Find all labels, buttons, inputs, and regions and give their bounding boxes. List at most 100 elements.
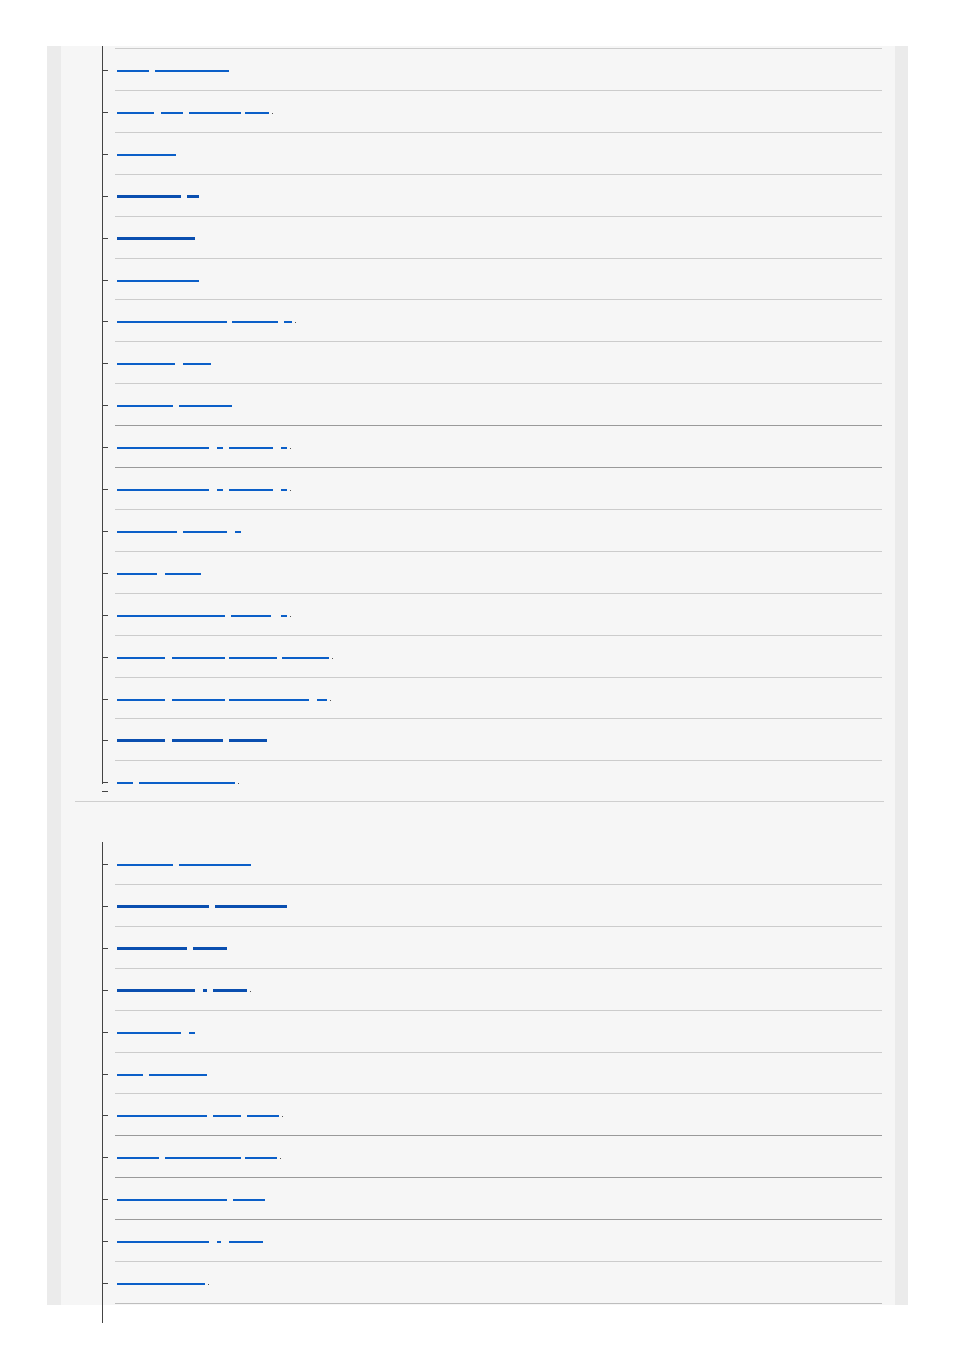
link-trailing-dot [280,1158,281,1160]
row-separator [115,1177,882,1179]
link-underline-segment [117,321,227,324]
tree-branch-tick [102,1199,108,1201]
tree-branch-tick [102,195,108,197]
topic-link[interactable] [117,1233,263,1244]
row-separator [115,383,882,385]
tree-list-item [102,925,882,968]
topic-link[interactable] [117,1107,283,1118]
row-separator [115,1261,882,1262]
link-underline-segment [117,111,154,114]
link-underline-segment [117,656,165,659]
link-underline-segment [139,782,235,785]
link-underline-segment [117,864,173,866]
tree-branch-tick [102,572,108,574]
tree-branch-tick [102,1241,108,1243]
tree-branch-tick [102,70,108,71]
topic-link[interactable] [117,439,291,450]
topic-link[interactable] [117,313,296,324]
tree-branch-tick [102,447,108,449]
link-underline-segment [229,489,273,491]
tree-list-item [102,423,882,465]
link-underline-segment [117,405,173,408]
tree-list-item [102,591,882,633]
topic-link[interactable] [117,188,199,198]
link-underline-segment [229,739,267,743]
tree-list-item [102,256,882,298]
link-underline-segment [247,1115,279,1118]
link-underline-segment [117,1199,227,1202]
topic-link[interactable] [117,1024,195,1034]
tree-branch-tick [102,363,108,365]
tree-branch-end [102,791,108,793]
topic-link[interactable] [117,104,273,114]
link-underline-segment [117,363,175,366]
topic-link[interactable] [117,397,232,408]
link-underline-segment [215,904,287,908]
link-underline-segment [165,572,201,575]
topic-link[interactable] [117,146,176,156]
link-underline-segment [213,1115,241,1118]
link-underline-segment [245,111,269,114]
topic-link[interactable] [117,1066,207,1076]
topic-link[interactable] [117,272,199,282]
topic-link[interactable] [117,481,291,491]
link-underline-segment [233,1199,265,1202]
row-separator [115,925,882,927]
tree-branch-tick [102,656,108,658]
tree-list-item [102,1135,882,1177]
link-underline-segment [172,656,225,659]
link-underline-segment [117,1073,143,1076]
tree-list-item [102,758,882,800]
row-separator [115,257,882,259]
topic-link[interactable] [117,62,229,72]
tree-list-item [102,130,882,172]
row-separator [115,215,882,217]
tree-list-item [102,1219,882,1261]
tree-list-item [102,1261,882,1303]
topic-link[interactable] [117,649,333,659]
topic-link[interactable] [117,523,241,533]
tree-list-item [102,381,882,423]
tree-branch-tick [102,1073,108,1075]
link-underline-segment [117,70,149,72]
row-separator [115,883,882,885]
row-separator [115,341,882,343]
topic-link[interactable] [117,774,239,785]
link-trailing-dot [332,657,333,659]
topic-link[interactable] [117,898,287,908]
tree-list-item [102,1177,882,1219]
row-separator [115,676,882,678]
link-underline-segment [317,698,327,701]
link-underline-segment [213,988,247,992]
link-underline-segment [245,1157,277,1160]
topic-link[interactable] [117,732,267,743]
link-trailing-dot [290,448,291,450]
tree-list-item [102,1093,882,1135]
tree-branch-tick [102,614,108,616]
topic-link[interactable] [117,856,251,866]
link-underline-segment [117,988,195,992]
topic-link[interactable] [117,691,331,701]
link-underline-segment [117,194,181,198]
topic-link[interactable] [117,1275,209,1285]
link-underline-segment [117,1115,207,1118]
link-trailing-dot [330,699,331,701]
topic-link[interactable] [117,230,195,240]
link-underline-segment [229,1241,263,1244]
tree-branch-tick [102,1283,108,1284]
tree-list-item [102,88,882,130]
tree-branch-tick [102,905,108,907]
topic-link[interactable] [117,607,291,617]
tree-list-item [102,1009,882,1052]
link-underline-segment [117,1283,205,1285]
topic-link[interactable] [117,1149,281,1160]
row-separator [115,550,882,552]
topic-link[interactable] [117,565,201,575]
link-underline-segment [282,656,329,659]
topic-link[interactable] [117,355,211,366]
topic-link[interactable] [117,982,251,992]
topic-link[interactable] [117,940,227,950]
link-trailing-dot [208,1284,209,1285]
link-underline-segment [217,489,223,491]
topic-link[interactable] [117,1191,265,1202]
